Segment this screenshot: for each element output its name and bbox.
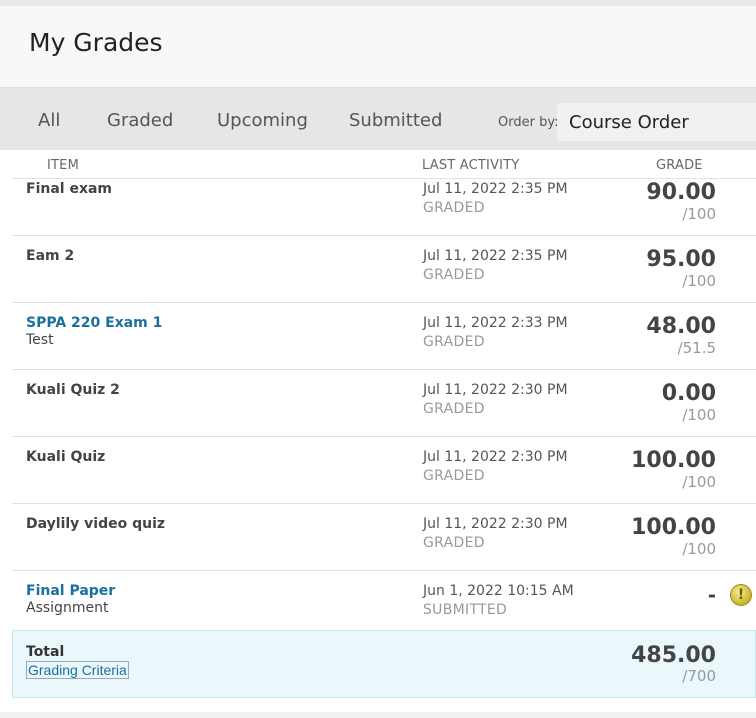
activity-date: Jul 11, 2022 2:33 PM [423, 315, 568, 331]
column-header-item: ITEM [47, 158, 80, 173]
needs-grading-icon[interactable] [730, 584, 752, 606]
table-row: Kuali Quiz Jul 11, 2022 2:30 PM GRADED 1… [12, 437, 756, 504]
activity-status: GRADED [423, 468, 485, 484]
table-row: Final Paper Assignment Jun 1, 2022 10:15… [12, 571, 756, 630]
total-row: Total Grading Criteria 485.00 /700 [12, 630, 756, 698]
order-by-value: Course Order [569, 112, 689, 133]
activity-date: Jul 11, 2022 2:30 PM [423, 449, 568, 465]
tab-upcoming[interactable]: Upcoming [217, 110, 308, 131]
activity-status: GRADED [423, 267, 485, 283]
grading-criteria-link[interactable]: Grading Criteria [26, 661, 129, 679]
total-score: 485.00 [631, 643, 716, 668]
item-name: Eam 2 [26, 248, 75, 264]
page-header: My Grades [0, 6, 756, 88]
table-row: Eam 2 Jul 11, 2022 2:35 PM GRADED 95.00 … [12, 236, 756, 303]
table-row: Daylily video quiz Jul 11, 2022 2:30 PM … [12, 504, 756, 571]
activity-date: Jul 11, 2022 2:35 PM [423, 181, 568, 197]
grade-score: 100.00 [631, 448, 716, 473]
page-title: My Grades [29, 28, 163, 57]
grade-score: 90.00 [646, 180, 716, 205]
item-link[interactable]: SPPA 220 Exam 1 [26, 315, 162, 331]
grade-max: /51.5 [677, 339, 716, 357]
grades-table: ITEM LAST ACTIVITY GRADE Final exam Jul … [0, 150, 756, 712]
activity-date: Jul 11, 2022 2:35 PM [423, 248, 568, 264]
item-type: Test [26, 332, 54, 348]
grade-max: /100 [682, 205, 716, 223]
activity-date: Jul 11, 2022 2:30 PM [423, 382, 568, 398]
item-type: Assignment [26, 600, 109, 616]
table-row: SPPA 220 Exam 1 Test Jul 11, 2022 2:33 P… [12, 303, 756, 370]
grade-score: 95.00 [646, 247, 716, 272]
column-header-last-activity: LAST ACTIVITY [422, 158, 520, 173]
order-by-label: Order by: [498, 115, 559, 130]
grade-max: /100 [682, 473, 716, 491]
grade-score: 0.00 [661, 381, 716, 406]
tab-graded[interactable]: Graded [107, 110, 173, 131]
activity-status: SUBMITTED [423, 602, 508, 618]
table-row: Final exam Jul 11, 2022 2:35 PM GRADED 9… [12, 179, 756, 236]
table-row: Kuali Quiz 2 Jul 11, 2022 2:30 PM GRADED… [12, 370, 756, 437]
tab-all[interactable]: All [38, 110, 60, 131]
grade-score: 48.00 [646, 314, 716, 339]
total-label: Total [26, 644, 65, 660]
filter-bar: All Graded Upcoming Submitted Order by: … [0, 88, 756, 150]
item-name: Kuali Quiz 2 [26, 382, 120, 398]
tab-submitted[interactable]: Submitted [349, 110, 442, 131]
activity-date: Jun 1, 2022 10:15 AM [423, 583, 574, 599]
column-header-grade: GRADE [656, 158, 703, 173]
grade-max: /100 [682, 272, 716, 290]
item-link[interactable]: Final Paper [26, 583, 115, 599]
item-name: Kuali Quiz [26, 449, 106, 465]
grade-max: /100 [682, 540, 716, 558]
activity-status: GRADED [423, 401, 485, 417]
grade-max: /100 [682, 406, 716, 424]
item-name: Final exam [26, 181, 113, 197]
activity-status: GRADED [423, 200, 485, 216]
activity-status: GRADED [423, 535, 485, 551]
total-max: /700 [682, 667, 716, 685]
item-name: Daylily video quiz [26, 516, 166, 532]
activity-status: GRADED [423, 334, 485, 350]
order-by-select[interactable]: Course Order [557, 103, 756, 141]
grade-score: 100.00 [631, 515, 716, 540]
grade-score: - [707, 583, 716, 607]
activity-date: Jul 11, 2022 2:30 PM [423, 516, 568, 532]
